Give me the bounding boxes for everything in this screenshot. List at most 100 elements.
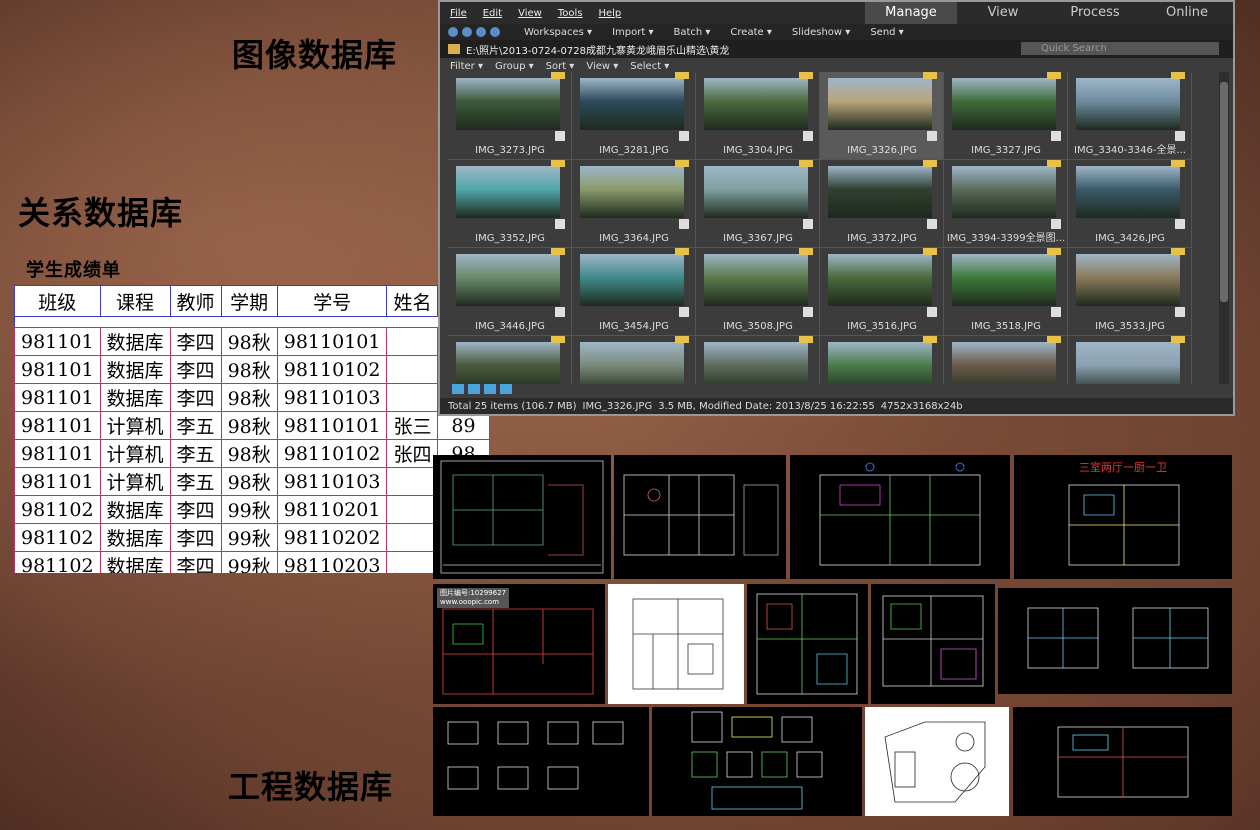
toolbar-dropdown[interactable]: Slideshow ▾: [792, 27, 850, 38]
tab-view[interactable]: View: [957, 2, 1049, 24]
select-checkbox[interactable]: [927, 131, 937, 141]
thumbnail-cell[interactable]: IMG_3446.JPG: [448, 248, 572, 336]
thumbnail-image[interactable]: [456, 166, 560, 218]
thumbnail-cell[interactable]: [820, 336, 944, 384]
select-checkbox[interactable]: [927, 219, 937, 229]
select-checkbox[interactable]: [803, 307, 813, 317]
menu-tools[interactable]: Tools: [558, 8, 583, 19]
thumbnail-cell[interactable]: IMG_3516.JPG: [820, 248, 944, 336]
thumbnail-cell[interactable]: [1068, 336, 1192, 384]
thumbnail-cell[interactable]: IMG_3327.JPG: [944, 72, 1068, 160]
thumbnail-image[interactable]: [952, 254, 1056, 306]
select-checkbox[interactable]: [1051, 131, 1061, 141]
select-checkbox[interactable]: [1175, 131, 1185, 141]
vertical-scrollbar[interactable]: [1219, 72, 1229, 384]
menu-file[interactable]: File: [450, 8, 467, 19]
thumbnail-cell[interactable]: IMG_3533.JPG: [1068, 248, 1192, 336]
thumbnail-cell[interactable]: IMG_3340-3346-全景...: [1068, 72, 1192, 160]
filter-dropdown[interactable]: Filter ▾: [450, 61, 483, 72]
up-icon[interactable]: [490, 27, 500, 37]
select-checkbox[interactable]: [555, 131, 565, 141]
select-checkbox[interactable]: [803, 131, 813, 141]
thumbnail-cell[interactable]: IMG_3281.JPG: [572, 72, 696, 160]
thumbnail-cell[interactable]: IMG_3304.JPG: [696, 72, 820, 160]
thumbnail-image[interactable]: [952, 78, 1056, 130]
tab-process[interactable]: Process: [1049, 2, 1141, 24]
thumbnail-image[interactable]: [828, 78, 932, 130]
thumbnail-image[interactable]: [1076, 78, 1180, 130]
select-checkbox[interactable]: [555, 307, 565, 317]
thumbnail-cell[interactable]: IMG_3508.JPG: [696, 248, 820, 336]
thumbnail-cell[interactable]: IMG_3352.JPG: [448, 160, 572, 248]
filter-dropdown[interactable]: Group ▾: [495, 61, 534, 72]
path-text[interactable]: E:\照片\2013-0724-0728成都九寨黄龙峨眉乐山精选\黄龙: [466, 42, 729, 57]
thumbnail-image[interactable]: [456, 342, 560, 384]
view-icon[interactable]: [452, 384, 464, 394]
forward-icon[interactable]: [476, 27, 486, 37]
select-checkbox[interactable]: [927, 307, 937, 317]
toolbar-dropdown[interactable]: Workspaces ▾: [524, 27, 592, 38]
thumbnail-cell[interactable]: IMG_3326.JPG: [820, 72, 944, 160]
scroll-thumb[interactable]: [1220, 82, 1228, 302]
thumbnail-cell[interactable]: IMG_3426.JPG: [1068, 160, 1192, 248]
thumbnail-image[interactable]: [580, 254, 684, 306]
thumbnail-image[interactable]: [828, 342, 932, 384]
thumbnail-cell[interactable]: IMG_3454.JPG: [572, 248, 696, 336]
thumbnail-cell[interactable]: [572, 336, 696, 384]
thumbnail-image[interactable]: [828, 166, 932, 218]
thumbnail-cell[interactable]: IMG_3273.JPG: [448, 72, 572, 160]
tab-manage[interactable]: Manage: [865, 2, 957, 24]
filter-dropdown[interactable]: View ▾: [586, 61, 618, 72]
back-icon[interactable]: [462, 27, 472, 37]
thumbnail-image[interactable]: [1076, 342, 1180, 384]
thumbnail-cell[interactable]: [448, 336, 572, 384]
filter-dropdown[interactable]: Select ▾: [630, 61, 669, 72]
toolbar-dropdown[interactable]: Create ▾: [730, 27, 771, 38]
toolbar-dropdown[interactable]: Import ▾: [612, 27, 653, 38]
thumbnail-image[interactable]: [952, 166, 1056, 218]
thumbnail-cell[interactable]: IMG_3394-3399全景图...: [944, 160, 1068, 248]
rotate-right-icon[interactable]: [484, 384, 496, 394]
filter-dropdown[interactable]: Sort ▾: [546, 61, 575, 72]
thumbnail-image[interactable]: [456, 254, 560, 306]
menu-view[interactable]: View: [518, 8, 542, 19]
thumbnail-image[interactable]: [704, 166, 808, 218]
thumbnail-cell[interactable]: [696, 336, 820, 384]
thumbnail-image[interactable]: [580, 342, 684, 384]
menu-help[interactable]: Help: [598, 8, 621, 19]
thumbnail-image[interactable]: [456, 78, 560, 130]
table-cell: 99秋: [220, 523, 278, 552]
select-checkbox[interactable]: [679, 131, 689, 141]
thumbnail-image[interactable]: [1076, 166, 1180, 218]
thumbnail-image[interactable]: [580, 166, 684, 218]
quick-search-input[interactable]: Quick Search: [1021, 42, 1219, 55]
thumbnail-cell[interactable]: IMG_3367.JPG: [696, 160, 820, 248]
thumbnail-image[interactable]: [704, 342, 808, 384]
thumbnail-cell[interactable]: IMG_3372.JPG: [820, 160, 944, 248]
select-checkbox[interactable]: [1175, 307, 1185, 317]
tab-online[interactable]: Online: [1141, 2, 1233, 24]
thumbnail-image[interactable]: [1076, 254, 1180, 306]
select-checkbox[interactable]: [679, 307, 689, 317]
select-checkbox[interactable]: [679, 219, 689, 229]
select-checkbox[interactable]: [1051, 219, 1061, 229]
home-icon[interactable]: [448, 27, 458, 37]
thumbnail-image[interactable]: [704, 254, 808, 306]
thumbnail-image[interactable]: [828, 254, 932, 306]
select-checkbox[interactable]: [1175, 219, 1185, 229]
select-checkbox[interactable]: [803, 219, 813, 229]
thumbnail-image[interactable]: [952, 342, 1056, 384]
thumbnail-cell[interactable]: IMG_3364.JPG: [572, 160, 696, 248]
thumbnail-image[interactable]: [704, 78, 808, 130]
menu-edit[interactable]: Edit: [483, 8, 502, 19]
select-checkbox[interactable]: [555, 219, 565, 229]
select-checkbox[interactable]: [1051, 307, 1061, 317]
jpg-badge-icon: [799, 336, 813, 343]
thumbnail-cell[interactable]: [944, 336, 1068, 384]
thumbnail-image[interactable]: [580, 78, 684, 130]
toolbar-dropdown[interactable]: Send ▾: [870, 27, 903, 38]
toolbar-dropdown[interactable]: Batch ▾: [673, 27, 710, 38]
rotate-left-icon[interactable]: [468, 384, 480, 394]
thumbnail-cell[interactable]: IMG_3518.JPG: [944, 248, 1068, 336]
grid-icon[interactable]: [500, 384, 512, 394]
